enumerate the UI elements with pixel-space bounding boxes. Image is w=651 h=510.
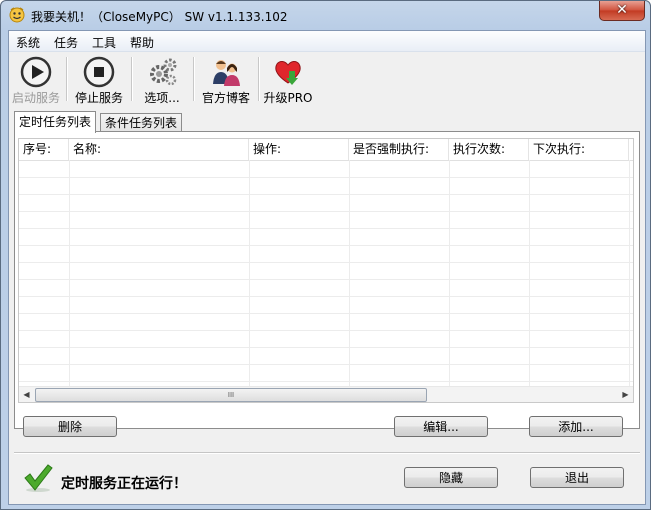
table-column-line: [249, 160, 250, 386]
table-row-line: [19, 313, 633, 314]
toolbar-separator: [131, 57, 133, 101]
table-row-line: [19, 279, 633, 280]
options-button[interactable]: 选项...: [135, 54, 189, 105]
options-label: 选项...: [144, 91, 180, 105]
column-header-name[interactable]: 名称:: [69, 139, 249, 160]
table-column-line: [629, 160, 630, 386]
menu-system[interactable]: 系统: [16, 34, 40, 51]
column-header-next-run[interactable]: 下次执行:: [529, 139, 629, 160]
table-row-line: [19, 364, 633, 365]
toolbar-separator: [258, 57, 260, 101]
scroll-right-icon[interactable]: ▶: [618, 387, 633, 402]
window-title: 我要关机！（CloseMyPC） SW v1.1.133.102: [31, 10, 288, 24]
title-bar: 我要关机！（CloseMyPC） SW v1.1.133.102 ✕: [1, 1, 650, 30]
table-row-line: [19, 245, 633, 246]
start-service-label: 启动服务: [11, 91, 60, 105]
app-logo-icon: [9, 7, 25, 23]
table-column-line: [449, 160, 450, 386]
table-header: 序号: 名称: 操作: 是否强制执行: 执行次数: 下次执行:: [19, 139, 633, 161]
scroll-left-icon[interactable]: ◀: [19, 387, 34, 402]
start-service-button[interactable]: 启动服务: [9, 54, 63, 105]
menu-help[interactable]: 帮助: [130, 34, 154, 51]
task-list-table[interactable]: 序号: 名称: 操作: 是否强制执行: 执行次数: 下次执行: ◀ III ▶: [18, 138, 634, 403]
people-icon: [213, 60, 240, 86]
column-header-forced[interactable]: 是否强制执行:: [349, 139, 449, 160]
toolbar-separator: [66, 57, 68, 101]
column-header-run-count[interactable]: 执行次数:: [449, 139, 529, 160]
play-icon: [20, 56, 52, 88]
table-row-line: [19, 211, 633, 212]
stop-service-label: 停止服务: [74, 91, 123, 105]
table-row-line: [19, 347, 633, 348]
table-row-line: [19, 262, 633, 263]
add-button[interactable]: 添加...: [529, 416, 623, 437]
exit-button[interactable]: 退出: [530, 467, 624, 488]
toolbar: 启动服务 停止服务 选项... 官方博客 升级PRO: [9, 52, 645, 106]
table-row-line: [19, 194, 633, 195]
menu-tools[interactable]: 工具: [92, 34, 116, 51]
menu-task[interactable]: 任务: [54, 34, 78, 51]
table-row-line: [19, 381, 633, 382]
table-row-line: [19, 177, 633, 178]
column-header-action[interactable]: 操作:: [249, 139, 349, 160]
upgrade-pro-button[interactable]: 升级PRO: [262, 54, 314, 105]
close-icon: ✕: [616, 2, 628, 18]
upgrade-pro-label: 升级PRO: [263, 91, 313, 105]
tab-conditional-tasks[interactable]: 条件任务列表: [100, 113, 183, 132]
scrollbar-thumb[interactable]: III: [35, 388, 427, 402]
table-row-line: [19, 228, 633, 229]
table-column-line: [529, 160, 530, 386]
stop-icon: [83, 56, 115, 88]
toolbar-separator: [193, 57, 195, 101]
client-area: 系统 任务 工具 帮助 启动服务 停止服务 选项... 官方博客 升级PRO 定…: [8, 30, 646, 505]
table-row-line: [19, 330, 633, 331]
gears-icon: [150, 58, 177, 86]
table-column-line: [69, 160, 70, 386]
hide-button[interactable]: 隐藏: [404, 467, 498, 488]
check-icon: [24, 464, 53, 492]
edit-button[interactable]: 编辑...: [394, 416, 488, 437]
table-column-line: [349, 160, 350, 386]
tab-panel: 序号: 名称: 操作: 是否强制执行: 执行次数: 下次执行: ◀ III ▶ …: [14, 131, 640, 437]
close-button[interactable]: ✕: [599, 1, 645, 21]
official-blog-button[interactable]: 官方博客: [197, 54, 255, 105]
heart-download-icon: [275, 61, 301, 85]
menu-bar: 系统 任务 工具 帮助: [9, 31, 645, 52]
horizontal-scrollbar[interactable]: ◀ III ▶: [19, 386, 633, 402]
divider: [14, 452, 640, 454]
grip-icon: III: [227, 391, 235, 399]
delete-button[interactable]: 删除: [23, 416, 117, 437]
official-blog-label: 官方博客: [201, 91, 250, 105]
table-row-line: [19, 296, 633, 297]
service-status-text: 定时服务正在运行！: [61, 476, 187, 492]
column-header-index[interactable]: 序号:: [19, 139, 69, 160]
stop-service-button[interactable]: 停止服务: [71, 54, 127, 105]
tab-scheduled-tasks[interactable]: 定时任务列表: [14, 111, 97, 133]
app-window: 我要关机！（CloseMyPC） SW v1.1.133.102 ✕ 系统 任务…: [0, 0, 651, 510]
